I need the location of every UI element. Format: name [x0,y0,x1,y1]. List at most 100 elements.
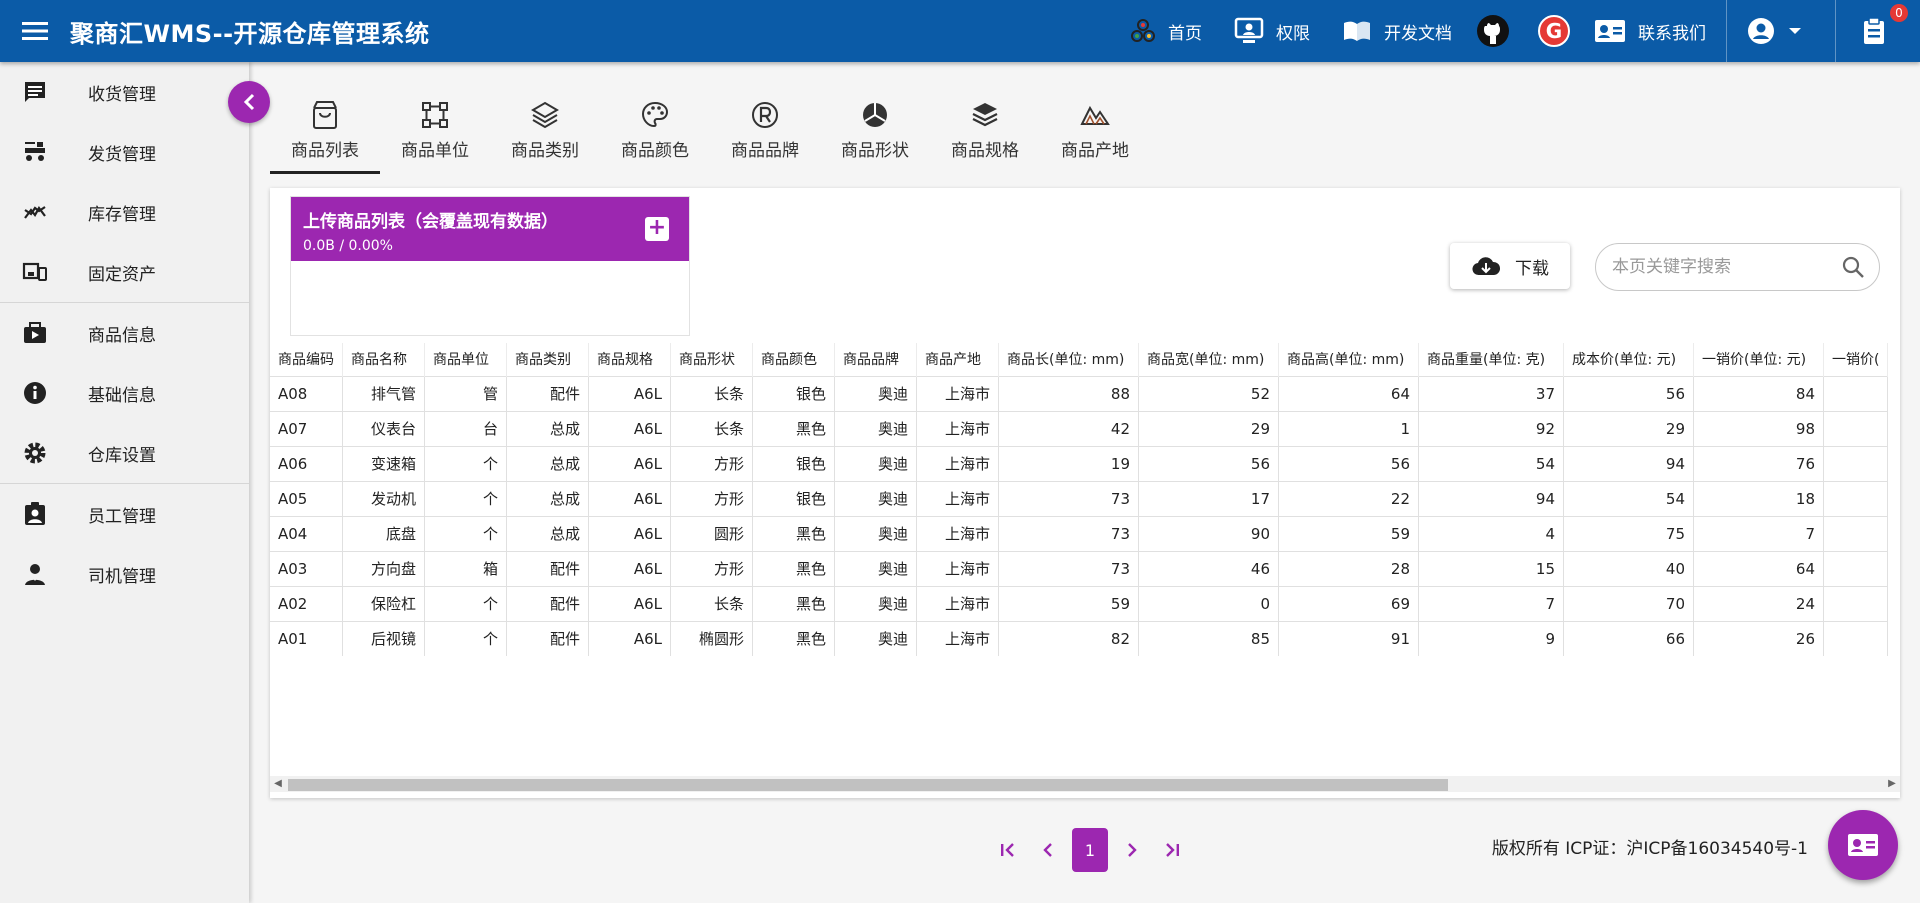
nav-permission[interactable]: 权限 [1218,0,1326,62]
column-header[interactable]: 商品长(单位: mm) [998,343,1139,376]
add-file-button[interactable]: + [645,217,669,241]
table-cell: 91 [1278,620,1419,656]
column-header[interactable]: 商品颜色 [752,343,835,376]
column-header[interactable]: 一销价( [1823,343,1889,376]
table-row[interactable]: A08 排气管管配件 A6L 长条 银色 奥迪 上海市 88 52 64 37 56 84 [270,375,1889,411]
column-header[interactable]: 商品品牌 [834,343,917,376]
tab-product-unit[interactable]: 商品单位 [380,90,490,174]
table-row[interactable]: A03 方向盘箱配件 A6L 方形 黑色 奥迪 上海市 73 46 28 15 40 64 [270,550,1889,586]
column-header[interactable]: 一销价(单位: 元) [1693,343,1824,376]
tab-product-spec[interactable]: 商品规格 [930,90,1040,174]
header-divider [1726,0,1727,62]
column-header[interactable]: 商品类别 [506,343,589,376]
tab-product-color[interactable]: 商品颜色 [600,90,710,174]
column-header[interactable]: 商品编码 [270,343,343,376]
file-uploader[interactable]: 上传商品列表（会覆盖现有数据） 0.0B / 0.00% + [290,196,690,336]
last-page-button[interactable] [1152,828,1192,872]
uploader-header: 上传商品列表（会覆盖现有数据） 0.0B / 0.00% + [291,197,689,261]
account-menu[interactable] [1731,0,1831,62]
tab-product-list[interactable]: 商品列表 [270,90,380,174]
scrollbar-thumb[interactable] [288,779,1448,791]
table-cell [1823,550,1889,586]
table-cell: 黑色 [752,410,835,446]
ship-icon [25,142,45,161]
column-header[interactable]: 成本价(单位: 元) [1563,343,1694,376]
prev-page-button[interactable] [1028,828,1068,872]
product-tabs: 商品列表 商品单位 商品类别 商品颜色 商品品牌 商品形状 商品规格 商品产地 [270,90,1150,174]
table-cell: 排气管 [342,375,425,411]
column-header[interactable]: 商品宽(单位: mm) [1138,343,1279,376]
scroll-right-arrow[interactable]: ▶ [1884,776,1900,792]
horizontal-scrollbar[interactable]: ◀ ▶ [270,776,1900,792]
nav-home[interactable]: 首页 [1114,0,1218,62]
product-table-container: 商品编码 商品名称 商品单位 商品类别 商品规格 商品形状 商品颜色 商品品牌 商品产地 商品长(… [270,343,1900,765]
table-row[interactable]: A06 变速箱个总成 A6L 方形 银色 奥迪 上海市 19 56 56 54 94 76 [270,445,1889,481]
github-link[interactable] [1468,0,1530,62]
tab-product-category[interactable]: 商品类别 [490,90,600,174]
pie-icon [863,103,887,127]
column-header[interactable]: 商品规格 [588,343,671,376]
search-input[interactable] [1610,256,1830,278]
table-cell: 46 [1138,550,1279,586]
notifications-button[interactable]: 0 [1840,0,1920,62]
unit-icon [422,102,448,128]
table-cell: 4 [1418,515,1564,551]
column-header[interactable]: 商品产地 [916,343,999,376]
table-cell: 黑色 [752,585,835,621]
chevron-left-icon [243,93,255,111]
column-header[interactable]: 商品重量(单位: 克) [1418,343,1564,376]
column-header[interactable]: 商品单位 [424,343,507,376]
table-cell: A6L [588,620,671,656]
column-header[interactable]: 商品形状 [670,343,753,376]
scroll-left-arrow[interactable]: ◀ [270,776,286,792]
table-row[interactable]: A01 后视镜个配件 A6L 椭圆形 黑色 奥迪 上海市 82 85 91 9 66 26 [270,620,1889,656]
next-page-button[interactable] [1112,828,1152,872]
terrain-icon [1080,105,1110,125]
github-icon [1477,15,1509,47]
collapse-sidebar-button[interactable] [228,81,270,123]
table-row[interactable]: A04 底盘个总成 A6L 圆形 黑色 奥迪 上海市 73 90 59 4 75 7 [270,515,1889,551]
sidebar-item-assets[interactable]: 固定资产 [0,242,249,302]
search-icon [1842,256,1864,278]
inventory-icon [24,206,46,219]
table-cell: A07 [270,410,343,446]
menu-button[interactable] [0,0,70,62]
tab-product-shape[interactable]: 商品形状 [820,90,930,174]
sidebar-item-basic-info[interactable]: 基础信息 [0,363,249,423]
download-button[interactable]: 下载 [1450,243,1570,289]
sidebar-item-shipping[interactable]: 发货管理 [0,122,249,182]
table-row[interactable]: A07 仪表台台总成 A6L 长条 黑色 奥迪 上海市 42 29 1 92 29 98 [270,410,1889,446]
table-cell: 奥迪 [834,375,917,411]
first-page-button[interactable] [988,828,1028,872]
sidebar-item-receiving[interactable]: 收货管理 [0,62,249,122]
sidebar-item-products[interactable]: 商品信息 [0,303,249,363]
table-row[interactable]: A02 保险杠个配件 A6L 长条 黑色 奥迪 上海市 59 0 69 7 70 24 [270,585,1889,621]
page-number-current[interactable]: 1 [1072,828,1108,872]
table-cell: 52 [1138,375,1279,411]
table-cell: 总成 [506,445,589,481]
column-header[interactable]: 商品高(单位: mm) [1278,343,1419,376]
contact-fab-button[interactable] [1828,810,1898,880]
table-cell: A6L [588,515,671,551]
table-row[interactable]: A05 发动机个总成 A6L 方形 银色 奥迪 上海市 73 17 22 94 54 18 [270,480,1889,516]
table-cell: 64 [1278,375,1419,411]
sidebar-item-warehouse-settings[interactable]: 仓库设置 [0,423,249,483]
table-cell: 84 [1693,375,1824,411]
gitee-link[interactable]: G [1530,0,1578,62]
uploader-title: 上传商品列表（会覆盖现有数据） [303,212,558,232]
table-cell [1823,445,1889,481]
table-body: A08 排气管管配件 A6L 长条 银色 奥迪 上海市 88 52 64 37 56 84 A07 仪表台台… [270,375,1889,656]
tab-product-origin[interactable]: 商品产地 [1040,90,1150,174]
tab-product-brand[interactable]: 商品品牌 [710,90,820,174]
nav-contact[interactable]: 联系我们 [1578,0,1722,62]
nav-docs[interactable]: 开发文档 [1326,0,1468,62]
table-cell: 保险杠 [342,585,425,621]
table-cell: 底盘 [342,515,425,551]
header-divider [1835,0,1836,62]
sidebar-item-drivers[interactable]: 司机管理 [0,544,249,604]
table-cell [1823,585,1889,621]
sidebar-item-staff[interactable]: 员工管理 [0,484,249,544]
table-cell: 上海市 [916,550,999,586]
column-header[interactable]: 商品名称 [342,343,425,376]
sidebar-item-inventory[interactable]: 库存管理 [0,182,249,242]
